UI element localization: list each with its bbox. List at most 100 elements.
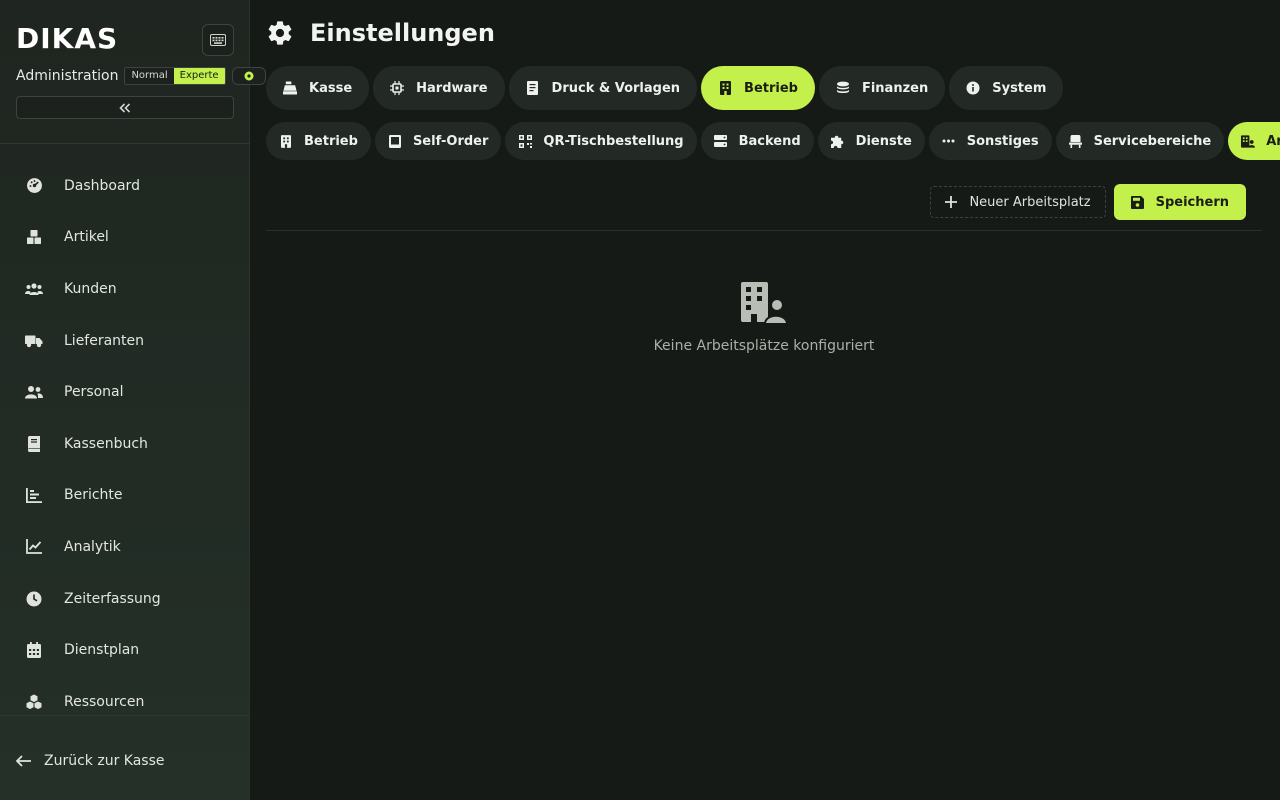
collapse-sidebar-button[interactable] — [16, 96, 234, 119]
brand-logo: DIKAS — [16, 22, 118, 56]
primary-tabs: Kasse Hardware Druck & Vorlagen Betrieb … — [266, 66, 1064, 110]
line-chart-icon — [24, 537, 44, 557]
nav-label: Kassenbuch — [64, 435, 148, 452]
nav-item-ressourcen[interactable]: Ressourcen — [0, 676, 250, 728]
calendar-icon — [24, 640, 44, 660]
nav-item-dienstplan[interactable]: Dienstplan — [0, 624, 250, 676]
nav-label: Analytik — [64, 538, 121, 555]
content-divider — [266, 230, 1262, 231]
save-disk-icon — [1130, 195, 1144, 209]
user-friends-icon — [24, 382, 44, 402]
back-to-register-link[interactable]: Zurück zur Kasse — [16, 750, 165, 772]
tab-label: Finanzen — [861, 80, 929, 96]
nav-item-dashboard[interactable]: Dashboard — [0, 160, 250, 212]
nav-label: Ressourcen — [64, 693, 145, 710]
nav-label: Personal — [64, 384, 124, 401]
tab-label: Betrieb — [304, 133, 358, 149]
ellipsis-icon — [942, 134, 956, 148]
page-header: Einstellungen — [266, 16, 495, 50]
new-workstation-label: Neuer Arbeitsplatz — [969, 194, 1091, 210]
save-button[interactable]: Speichern — [1113, 184, 1246, 220]
nav-item-lieferanten[interactable]: Lieferanten — [0, 315, 250, 367]
sidebar-divider — [0, 143, 250, 144]
sidebar-nav: Dashboard Artikel Kunden Lieferanten Per… — [0, 160, 250, 728]
nav-item-personal[interactable]: Personal — [0, 366, 250, 418]
subtab-self-order[interactable]: Self-Order — [374, 122, 502, 160]
nav-label: Dashboard — [64, 177, 140, 194]
mode-normal-button[interactable]: Normal — [125, 68, 174, 84]
chair-icon — [1069, 134, 1083, 148]
sidebar-footer-divider — [0, 715, 250, 716]
nav-label: Lieferanten — [64, 332, 145, 349]
subtab-arbeitsplaetze[interactable]: Arbeitsplätze — [1228, 122, 1280, 160]
subtab-qr-tischbestellung[interactable]: QR-Tischbestellung — [505, 122, 697, 160]
nav-label: Kunden — [64, 280, 117, 297]
tab-label: Self-Order — [412, 133, 489, 149]
boxes-icon — [24, 227, 44, 247]
tab-label: Sonstiges — [966, 133, 1039, 149]
nav-item-artikel[interactable]: Artikel — [0, 212, 250, 264]
back-label: Zurück zur Kasse — [44, 753, 165, 769]
nav-item-zeiterfassung[interactable]: Zeiterfassung — [0, 573, 250, 625]
tab-druck-vorlagen[interactable]: Druck & Vorlagen — [508, 66, 698, 110]
keyboard-button[interactable] — [202, 24, 234, 56]
tab-hardware[interactable]: Hardware — [373, 66, 505, 110]
subtab-servicebereiche[interactable]: Servicebereiche — [1055, 122, 1225, 160]
nav-item-kunden[interactable]: Kunden — [0, 263, 250, 315]
gear-icon — [268, 21, 292, 45]
server-icon — [714, 134, 728, 148]
tab-betrieb[interactable]: Betrieb — [701, 66, 815, 110]
document-icon — [526, 81, 540, 95]
arrow-left-icon — [16, 755, 31, 767]
info-circle-icon — [966, 81, 980, 95]
book-icon — [24, 434, 44, 454]
qr-code-icon — [518, 134, 532, 148]
clock-icon — [24, 589, 44, 609]
tab-label: System — [992, 80, 1047, 96]
microchip-icon — [390, 81, 405, 95]
cash-register-icon — [283, 81, 297, 95]
new-workstation-button[interactable]: Neuer Arbeitsplatz — [930, 186, 1106, 218]
subtab-betrieb[interactable]: Betrieb — [266, 122, 371, 160]
dashboard-gauge-icon — [24, 176, 44, 196]
bar-chart-icon — [24, 485, 44, 505]
tab-label: Betrieb — [744, 80, 798, 96]
tab-label: QR-Tischbestellung — [543, 133, 684, 149]
cubes-icon — [24, 692, 44, 712]
puzzle-icon — [831, 134, 845, 148]
secondary-tabs: Betrieb Self-Order QR-Tischbestellung Ba… — [266, 122, 1280, 160]
tab-system[interactable]: System — [949, 66, 1064, 110]
nav-label: Zeiterfassung — [64, 590, 161, 607]
tab-label: Hardware — [416, 80, 488, 96]
subtab-sonstiges[interactable]: Sonstiges — [928, 122, 1052, 160]
tab-label: Dienste — [855, 133, 912, 149]
tab-label: Backend — [738, 133, 801, 149]
subtab-backend[interactable]: Backend — [700, 122, 814, 160]
subtab-dienste[interactable]: Dienste — [817, 122, 925, 160]
empty-state: Keine Arbeitsplätze konfiguriert — [266, 282, 1262, 354]
nav-label: Dienstplan — [64, 642, 140, 659]
nav-item-berichte[interactable]: Berichte — [0, 470, 250, 522]
admin-row: Administration Normal Experte — [16, 66, 266, 86]
nav-item-analytik[interactable]: Analytik — [0, 521, 250, 573]
main-content: Einstellungen Kasse Hardware Druck & Vor… — [250, 0, 1280, 800]
action-bar: Neuer Arbeitsplatz Speichern — [930, 184, 1246, 220]
truck-icon — [24, 331, 44, 351]
keyboard-icon — [210, 34, 226, 46]
tablet-icon — [388, 134, 402, 148]
mode-toggle: Normal Experte — [124, 67, 226, 85]
tab-label: Arbeitsplätze — [1266, 133, 1280, 149]
nav-item-kassenbuch[interactable]: Kassenbuch — [0, 418, 250, 470]
tab-kasse[interactable]: Kasse — [266, 66, 370, 110]
building-user-icon — [1241, 134, 1256, 148]
nav-label: Artikel — [64, 229, 109, 246]
sidebar: DIKAS Administration Normal Experte Dash… — [0, 0, 266, 800]
tab-finanzen[interactable]: Finanzen — [818, 66, 946, 110]
mode-expert-button[interactable]: Experte — [173, 68, 225, 84]
tab-label: Servicebereiche — [1093, 133, 1212, 149]
double-chevron-left-icon — [119, 102, 131, 113]
tab-label: Druck & Vorlagen — [551, 80, 681, 96]
logo-text: DIKAS — [16, 22, 119, 55]
secondary-tabs-scroller[interactable]: Betrieb Self-Order QR-Tischbestellung Ba… — [266, 122, 1280, 162]
coins-icon — [836, 81, 850, 95]
